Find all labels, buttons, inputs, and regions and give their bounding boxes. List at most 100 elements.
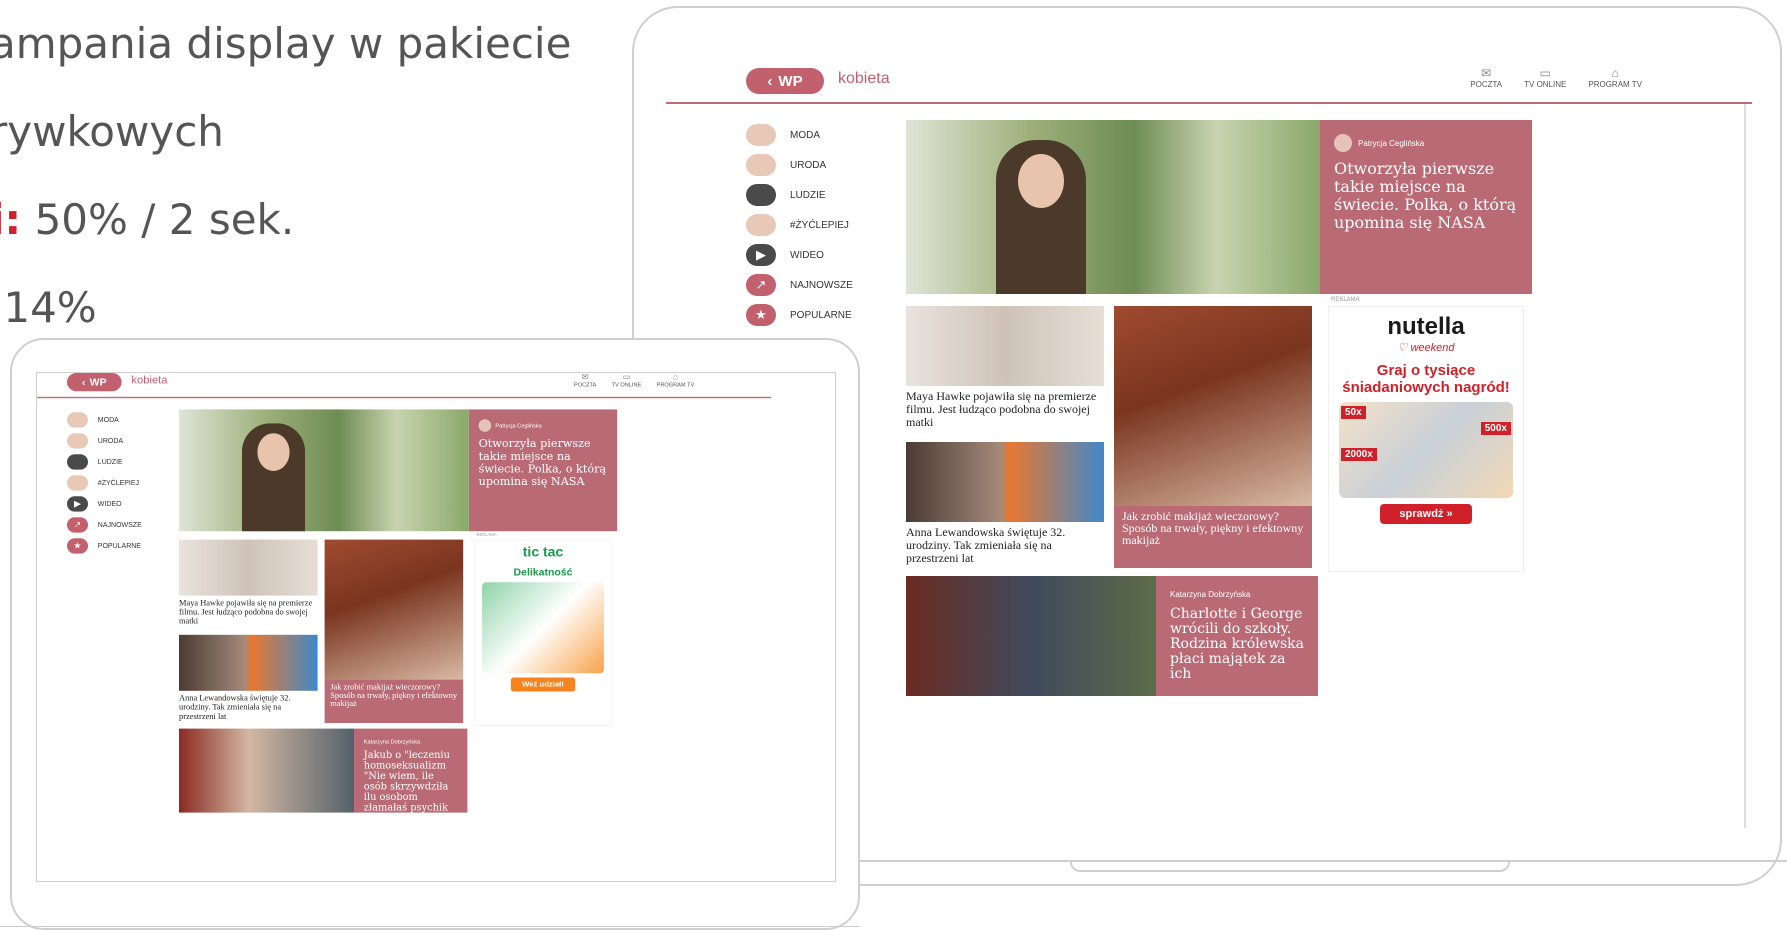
website-small: ‹ WP kobieta ✉ POCZTA ▭ TV ONLINE ⌂ PROGRAM … [37,372,772,881]
tv-guide-icon: ⌂ [672,372,678,382]
sidebar-item-label: URODA [97,437,124,445]
hero-article[interactable]: Patrycja Ceglińska Otworzyła pierwsze ta… [906,120,1532,294]
author-line: Patrycja Ceglińska [478,419,608,432]
sidebar-item-label: MODA [790,129,820,141]
author-avatar [478,419,492,432]
slide: ampania display w pakiecie rywkowych i: … [0,0,1787,930]
bullet-line-1: ampania display w pakiecie [0,19,572,68]
sidebar-item-ludzie[interactable]: LUDZIE [67,451,151,472]
sidebar-item-ludzie[interactable]: LUDZIE [746,180,866,210]
author-name: Patrycja Ceglińska [1358,138,1425,148]
hero-caption: Patrycja Ceglińska Otworzyła pierwsze ta… [1320,120,1532,294]
ad-banner-tictac[interactable]: REKLAMA tic tac Delikatność Weź udział! [474,533,612,726]
author-name: Katarzyna Dobrzyńska [1170,590,1251,599]
nav-program-tv[interactable]: ⌂ PROGRAM TV [657,372,695,388]
sidebar-item-zyclepiej[interactable]: #ŻYĆLEPIEJ [67,472,151,493]
photo-face [1018,154,1064,208]
ad-tag: 500x [1480,422,1511,435]
brand-name[interactable]: kobieta [838,70,890,88]
heart-icon: ♡ [1397,342,1408,354]
sidebar-item-popularne[interactable]: ★ POPULARNE [67,535,151,556]
nav-poczta[interactable]: ✉ POCZTA [574,373,596,388]
article-card[interactable]: Anna Lewandowska świętuje 32. urodziny. … [179,634,318,721]
sidebar-item-moda[interactable]: MODA [746,120,866,150]
article-image [906,576,1156,696]
sidebar-item-moda[interactable]: MODA [67,409,151,430]
sidebar-item-uroda[interactable]: URODA [67,430,151,451]
trend-icon: ↗ [746,274,776,296]
back-chevron-icon: ‹ [767,72,773,90]
bullet-line-2: rywkowych [0,107,224,156]
brand-name[interactable]: kobieta [131,374,167,387]
article-title: Maya Hawke pojawiła się na premierze fil… [906,389,1097,429]
sidebar-item-najnowsze[interactable]: ↗ NAJNOWSZE [746,270,866,300]
video-icon: ▶ [67,496,88,512]
sidebar-item-label: WIDEO [790,249,824,261]
screen-edge [1744,104,1746,828]
article-title: Maya Hawke pojawiła się na premierze fil… [179,597,313,626]
article-image [906,442,1104,522]
tv-guide-icon: ⌂ [1611,68,1619,80]
laptop-notch [1070,862,1510,872]
wp-logo-button[interactable]: ‹ WP [67,373,122,392]
author-name: Patrycja Ceglińska [495,422,542,429]
article-image [179,634,318,691]
avatar [67,454,88,470]
sidebar-item-wideo[interactable]: ▶ WIDEO [67,493,151,514]
slide-bullets: ampania display w pakiecie rywkowych i: … [0,0,610,352]
article-title: Charlotte i George wrócili do szkoły. Ro… [1170,606,1304,682]
ad-cta-button[interactable]: Weź udział! [510,677,576,692]
ad-brand: tic tac [522,544,564,560]
sidebar-item-popularne[interactable]: ★ POPULARNE [746,300,866,330]
nav-tv-online[interactable]: ▭ TV ONLINE [612,373,642,388]
author-name: Katarzyna Dobrzyńska [363,738,421,745]
bullet-accent: i: [0,195,22,244]
sidebar: MODA URODA LUDZIE #ŻYĆLEPIEJ ▶ WIDEO ↗ NAJ… [746,120,866,330]
star-icon: ★ [746,304,776,326]
hero-article[interactable]: Patrycja Ceglińska Otworzyła pierwsze ta… [179,409,618,532]
sidebar-item-label: POPULARNE [97,542,141,550]
nav-label: TV ONLINE [1524,80,1567,89]
top-nav: ✉ POCZTA ▭ TV ONLINE ⌂ PROGRAM TV [574,372,695,388]
sidebar-item-wideo[interactable]: ▶ WIDEO [746,240,866,270]
wp-logo-button[interactable]: ‹ WP [746,68,824,94]
hero-image [179,409,469,532]
author-line: Katarzyna Dobrzyńska [364,738,458,744]
sidebar-item-uroda[interactable]: URODA [746,150,866,180]
slide-divider [0,926,860,927]
nav-program-tv[interactable]: ⌂ PROGRAM TV [1588,68,1642,89]
sidebar-item-label: NAJNOWSZE [97,521,142,529]
trend-icon: ↗ [67,517,88,533]
avatar [67,412,88,428]
bullet-line-3: i: 50% / 2 sek. [0,176,610,264]
avatar [746,124,776,146]
nav-label: PROGRAM TV [1588,80,1642,89]
ad-cta-button[interactable]: sprawdź » [1380,504,1472,524]
avatar [746,214,776,236]
nav-poczta[interactable]: ✉ POCZTA [1470,68,1502,89]
article-card[interactable]: Katarzyna Dobrzyńska Jakub o "leczeniu h… [179,728,468,813]
sidebar: MODA URODA LUDZIE #ŻYĆLEPIEJ ▶ WIDEO ↗ NAJ… [67,409,151,556]
avatar [746,184,776,206]
article-card[interactable]: Katarzyna Dobrzyńska Charlotte i George … [906,576,1318,696]
article-card[interactable]: Anna Lewandowska świętuje 32. urodziny. … [906,442,1104,565]
hero-caption: Patrycja Ceglińska Otworzyła pierwsze ta… [468,409,618,532]
author-line: Katarzyna Dobrzyńska [1170,590,1304,599]
ad-tag: 50x [1341,406,1366,419]
avatar [67,433,88,449]
article-card[interactable]: Maya Hawke pojawiła się na premierze fil… [906,306,1104,429]
nav-tv-online[interactable]: ▭ TV ONLINE [1524,68,1566,89]
article-title: Anna Lewandowska świętuje 32. urodziny. … [906,525,1066,565]
ad-banner-nutella[interactable]: REKLAMA nutella ♡ weekend Graj o tysiące… [1328,297,1524,572]
bullet-value: 50% / 2 sek. [34,195,295,244]
article-card[interactable]: Maya Hawke pojawiła się na premierze fil… [179,539,318,626]
sidebar-item-label: LUDZIE [97,458,123,466]
article-caption: Jak zrobić makijaż wieczorowy? Sposób na… [324,679,464,723]
article-card[interactable]: Jak zrobić makijaż wieczorowy? Sposób na… [1114,306,1312,568]
hero-title: Otworzyła pierwsze takie miejsce na świe… [1334,159,1517,232]
sidebar-item-najnowsze[interactable]: ↗ NAJNOWSZE [67,514,151,535]
ad-subtitle: ♡ weekend [1329,341,1523,354]
article-card[interactable]: Jak zrobić makijaż wieczorowy? Sposób na… [324,539,464,723]
mail-icon: ✉ [1481,68,1492,80]
sidebar-item-zyclepiej[interactable]: #ŻYĆLEPIEJ [746,210,866,240]
